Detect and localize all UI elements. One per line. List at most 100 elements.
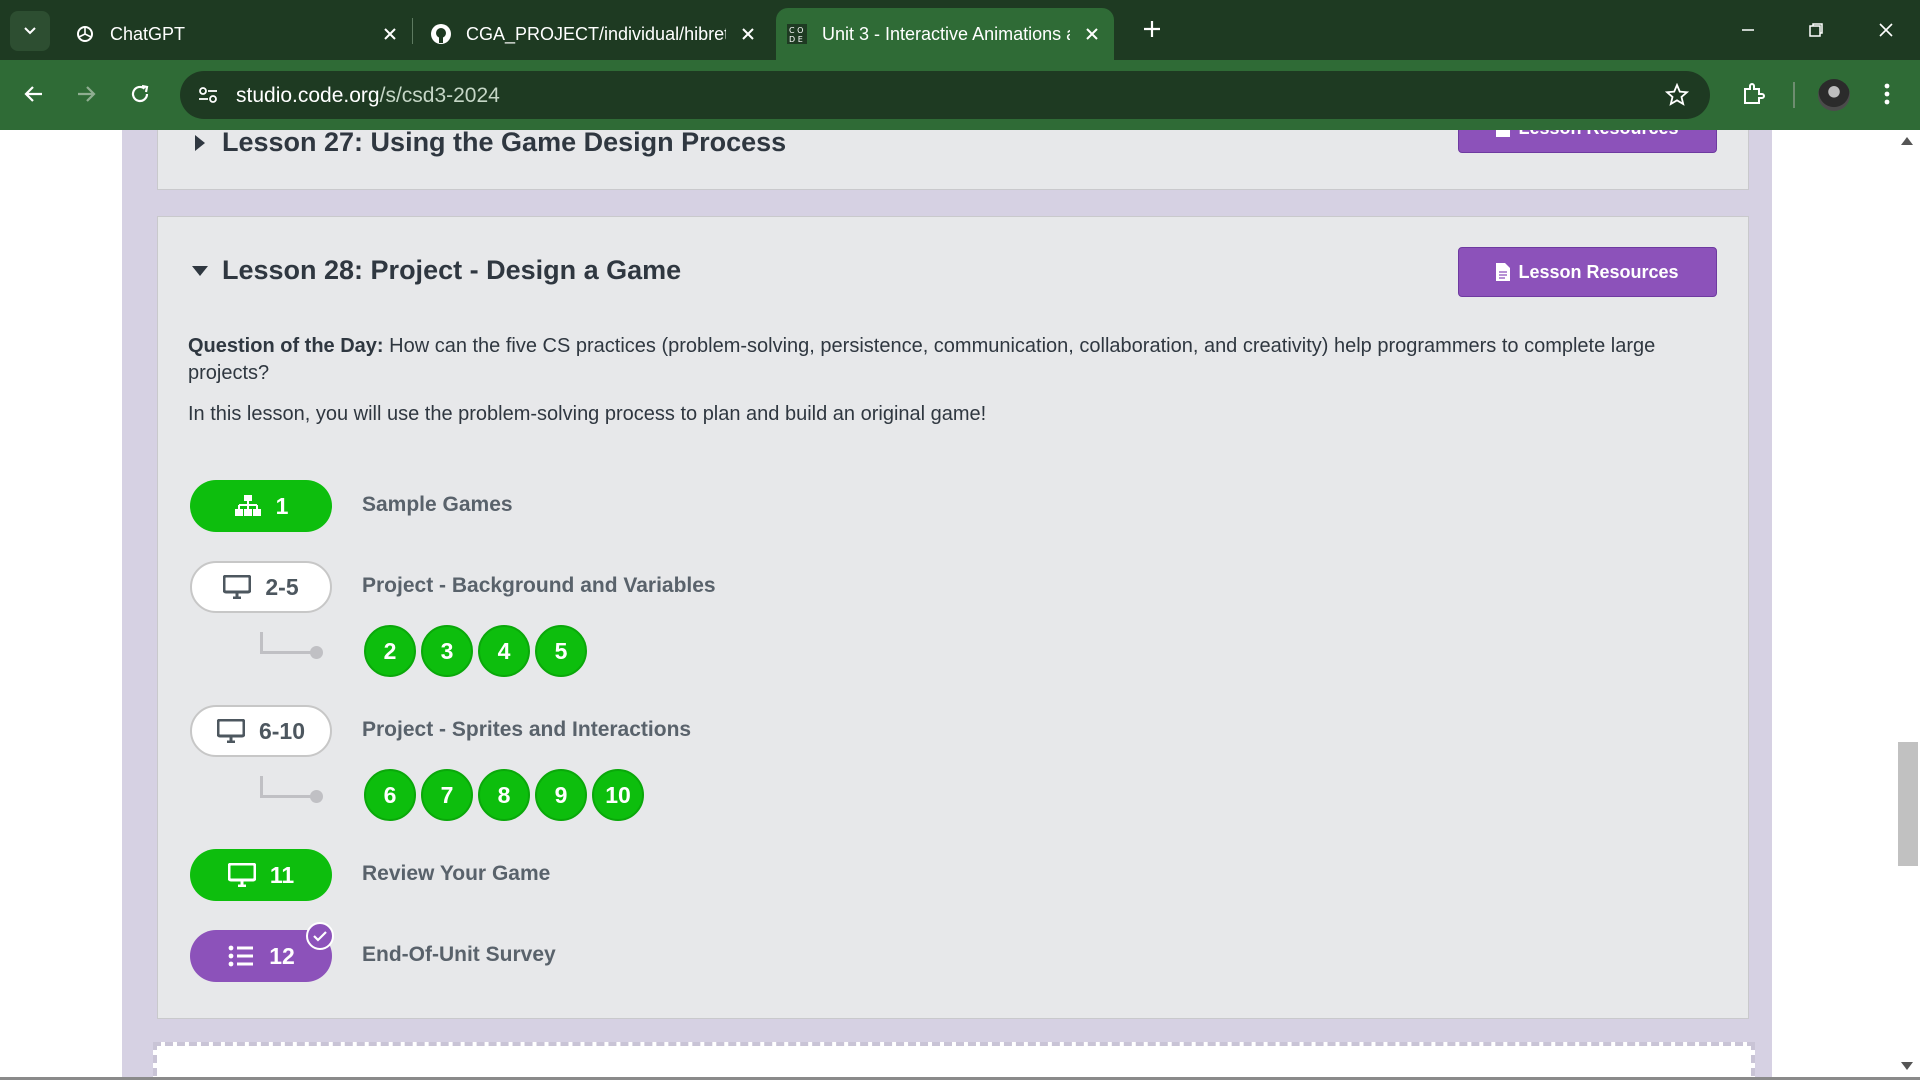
- caret-down-icon: [188, 259, 212, 283]
- tab-chatgpt[interactable]: ChatGPT: [62, 8, 412, 60]
- level-number: 12: [269, 942, 295, 969]
- minimize-button[interactable]: [1714, 0, 1782, 60]
- tab-search-button[interactable]: [10, 11, 50, 51]
- level-number: 1: [275, 492, 289, 519]
- level-bubble-11[interactable]: 11: [190, 849, 332, 901]
- bookmark-star-icon[interactable]: [1662, 80, 1692, 110]
- url-text[interactable]: studio.code.org/s/csd3-2024: [236, 84, 500, 108]
- url-path: /s/csd3-2024: [379, 84, 500, 107]
- svg-text:D E: D E: [789, 35, 803, 44]
- document-icon: [1496, 263, 1511, 281]
- reload-icon: [131, 84, 149, 103]
- level-name-1[interactable]: Sample Games: [362, 493, 513, 517]
- forward-button[interactable]: [66, 74, 106, 114]
- lesson-card-27: Lesson 27: Using the Game Design Process…: [157, 130, 1749, 190]
- sublevel-bubble[interactable]: 3: [421, 625, 473, 677]
- back-button[interactable]: [14, 74, 54, 114]
- checkmark-icon: [306, 922, 334, 950]
- sublevel-bubble[interactable]: 7: [421, 769, 473, 821]
- page-scrollbar[interactable]: [1896, 130, 1920, 1080]
- scrollbar-thumb[interactable]: [1898, 742, 1918, 866]
- close-icon: [1879, 23, 1893, 37]
- scroll-down-arrow-icon[interactable]: [1901, 1062, 1913, 1070]
- sublevel-connector: [260, 632, 323, 659]
- lesson-27-toggle[interactable]: Lesson 27: Using the Game Design Process: [188, 130, 786, 158]
- github-icon: [430, 23, 452, 45]
- level-bubble-6-10[interactable]: 6-10: [190, 705, 332, 757]
- tab-title: Unit 3 - Interactive Animations a: [822, 23, 1070, 44]
- sublevel-bubble[interactable]: 10: [592, 769, 644, 821]
- level-name-2-5[interactable]: Project - Background and Variables: [362, 574, 716, 598]
- restore-icon: [1809, 23, 1823, 37]
- next-lesson-placeholder: [153, 1042, 1755, 1080]
- sublevel-bubble[interactable]: 5: [535, 625, 587, 677]
- lesson-resources-label: Lesson Resources: [1518, 261, 1679, 282]
- level-bubble-2-5[interactable]: 2-5: [190, 561, 332, 613]
- arrow-left-icon: [24, 86, 42, 102]
- desktop-icon: [227, 863, 256, 887]
- menu-dots-icon[interactable]: [1868, 75, 1906, 113]
- sublevel-bubble[interactable]: 4: [478, 625, 530, 677]
- close-tab-icon[interactable]: [1078, 20, 1106, 48]
- code-org-icon: C OD E: [786, 23, 808, 45]
- tab-title: CGA_PROJECT/individual/hibret: [466, 23, 726, 44]
- level-number: 6-10: [258, 717, 306, 744]
- lesson-title: Lesson 28: Project - Design a Game: [222, 255, 682, 285]
- close-window-button[interactable]: [1852, 0, 1920, 60]
- level-name-11[interactable]: Review Your Game: [362, 862, 550, 886]
- chevron-down-icon: [24, 27, 36, 35]
- lesson-card-28: Lesson 28: Project - Design a Game Lesso…: [157, 216, 1749, 1019]
- arrow-right-icon: [78, 86, 96, 102]
- sublevel-bubble[interactable]: 2: [364, 625, 416, 677]
- toolbar-divider: [1793, 82, 1795, 108]
- level-name-12[interactable]: End-Of-Unit Survey: [362, 943, 556, 967]
- sublevel-group-2-5: 2 3 4 5: [364, 625, 592, 677]
- close-tab-icon[interactable]: [376, 20, 404, 48]
- browser-toolbar: studio.code.org/s/csd3-2024: [0, 60, 1920, 130]
- desktop-icon: [216, 719, 245, 743]
- address-bar[interactable]: studio.code.org/s/csd3-2024: [180, 71, 1710, 119]
- close-tab-icon[interactable]: [734, 20, 762, 48]
- profile-avatar[interactable]: [1818, 79, 1850, 111]
- level-bubble-1[interactable]: 1: [190, 480, 332, 532]
- sublevel-bubble[interactable]: 9: [535, 769, 587, 821]
- page-viewport: Lesson 27: Using the Game Design Process…: [0, 130, 1920, 1080]
- qotd-text: How can the five CS practices (problem-s…: [188, 335, 1656, 384]
- lesson-28-toggle[interactable]: Lesson 28: Project - Design a Game: [188, 255, 681, 286]
- minimize-icon: [1742, 29, 1754, 31]
- list-icon: [227, 944, 255, 968]
- plus-icon: [1144, 21, 1160, 37]
- tab-unit3[interactable]: C OD E Unit 3 - Interactive Animations a: [776, 8, 1114, 60]
- lesson-description: In this lesson, you will use the problem…: [188, 403, 987, 425]
- sublevel-bubble[interactable]: 6: [364, 769, 416, 821]
- level-number: 11: [269, 861, 295, 888]
- restore-button[interactable]: [1782, 0, 1850, 60]
- lesson-resources-label: Lesson Resources: [1518, 130, 1678, 139]
- site-info-icon[interactable]: [192, 79, 224, 111]
- tab-github[interactable]: CGA_PROJECT/individual/hibret: [420, 8, 770, 60]
- tab-title: ChatGPT: [110, 23, 186, 44]
- lesson-resources-button[interactable]: Lesson Resources: [1458, 247, 1717, 297]
- qotd-label: Question of the Day:: [188, 335, 384, 357]
- lesson-title: Lesson 27: Using the Game Design Process: [222, 130, 787, 157]
- document-icon: [1496, 130, 1511, 137]
- question-of-the-day: Question of the Day: How can the five CS…: [188, 333, 1718, 387]
- desktop-icon: [223, 575, 252, 599]
- sublevel-bubble[interactable]: 8: [478, 769, 530, 821]
- chatgpt-icon: [74, 23, 96, 45]
- hierarchy-icon: [234, 494, 262, 518]
- sublevel-group-6-10: 6 7 8 9 10: [364, 769, 649, 821]
- new-tab-button[interactable]: [1136, 13, 1168, 45]
- caret-right-icon: [188, 131, 212, 155]
- sublevel-connector: [260, 776, 323, 803]
- svg-text:C O: C O: [789, 26, 803, 35]
- url-host: studio.code.org: [236, 84, 380, 107]
- level-name-6-10[interactable]: Project - Sprites and Interactions: [362, 718, 691, 742]
- extensions-icon[interactable]: [1734, 75, 1772, 113]
- level-number: 2-5: [265, 573, 299, 600]
- level-bubble-12[interactable]: 12: [190, 922, 334, 982]
- lesson-resources-button[interactable]: Lesson Resources: [1458, 130, 1717, 153]
- tab-separator: [412, 18, 413, 44]
- reload-button[interactable]: [120, 74, 160, 114]
- scroll-up-arrow-icon[interactable]: [1901, 137, 1913, 145]
